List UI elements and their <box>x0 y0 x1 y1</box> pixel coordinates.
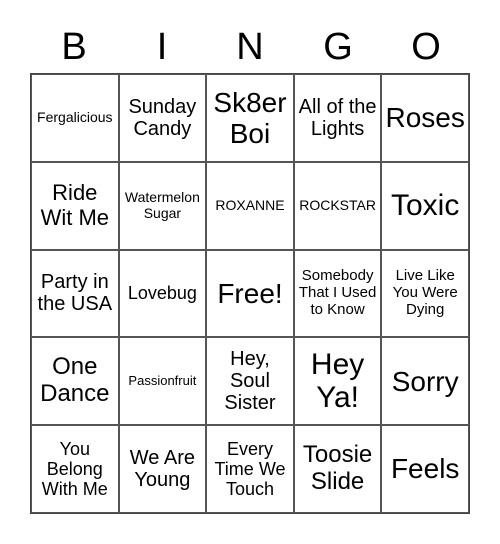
bingo-cell[interactable]: ROXANNE <box>206 161 294 250</box>
bingo-cell[interactable]: Watermelon Sugar <box>118 161 207 250</box>
bingo-cell[interactable]: Feels <box>381 425 469 513</box>
bingo-cell[interactable]: Live Like You Were Dying <box>381 249 469 338</box>
bingo-cell[interactable]: Hey, Soul Sister <box>206 337 294 426</box>
free-space-cell[interactable]: Free! <box>206 249 294 338</box>
bingo-cell[interactable]: Party in the USA <box>31 249 119 338</box>
header-letter-i: I <box>156 26 168 68</box>
bingo-cell[interactable]: ROCKSTAR <box>293 161 382 250</box>
bingo-cell[interactable]: Toosie Slide <box>293 425 382 513</box>
bingo-cell[interactable]: Sk8er Boi <box>206 74 294 162</box>
bingo-cell[interactable]: Hey Ya! <box>293 337 382 426</box>
bingo-cell[interactable]: Ride Wit Me <box>31 161 119 250</box>
bingo-header: B I N G O <box>30 22 470 72</box>
bingo-cell[interactable]: Sorry <box>381 337 469 426</box>
bingo-cell[interactable]: Somebody That I Used to Know <box>293 249 382 338</box>
bingo-cell[interactable]: Lovebug <box>118 249 207 338</box>
bingo-cell[interactable]: Sunday Candy <box>118 74 207 162</box>
header-letter-o: O <box>411 26 441 68</box>
bingo-cell[interactable]: We Are Young <box>118 425 207 513</box>
bingo-cell[interactable]: You Belong With Me <box>31 425 119 513</box>
bingo-cell[interactable]: All of the Lights <box>293 74 382 162</box>
header-letter-b: B <box>61 26 87 68</box>
header-letter-g: G <box>323 26 353 68</box>
bingo-cell[interactable]: Fergalicious <box>31 74 119 162</box>
header-letter-n: N <box>236 26 264 68</box>
bingo-cell[interactable]: One Dance <box>31 337 119 426</box>
bingo-grid: Fergalicious Sunday Candy Sk8er Boi All of … <box>30 73 470 514</box>
bingo-cell[interactable]: Passionfruit <box>118 337 207 426</box>
bingo-cell[interactable]: Roses <box>381 74 469 162</box>
bingo-cell[interactable]: Every Time We Touch <box>206 425 294 513</box>
bingo-cell[interactable]: Toxic <box>381 161 469 250</box>
